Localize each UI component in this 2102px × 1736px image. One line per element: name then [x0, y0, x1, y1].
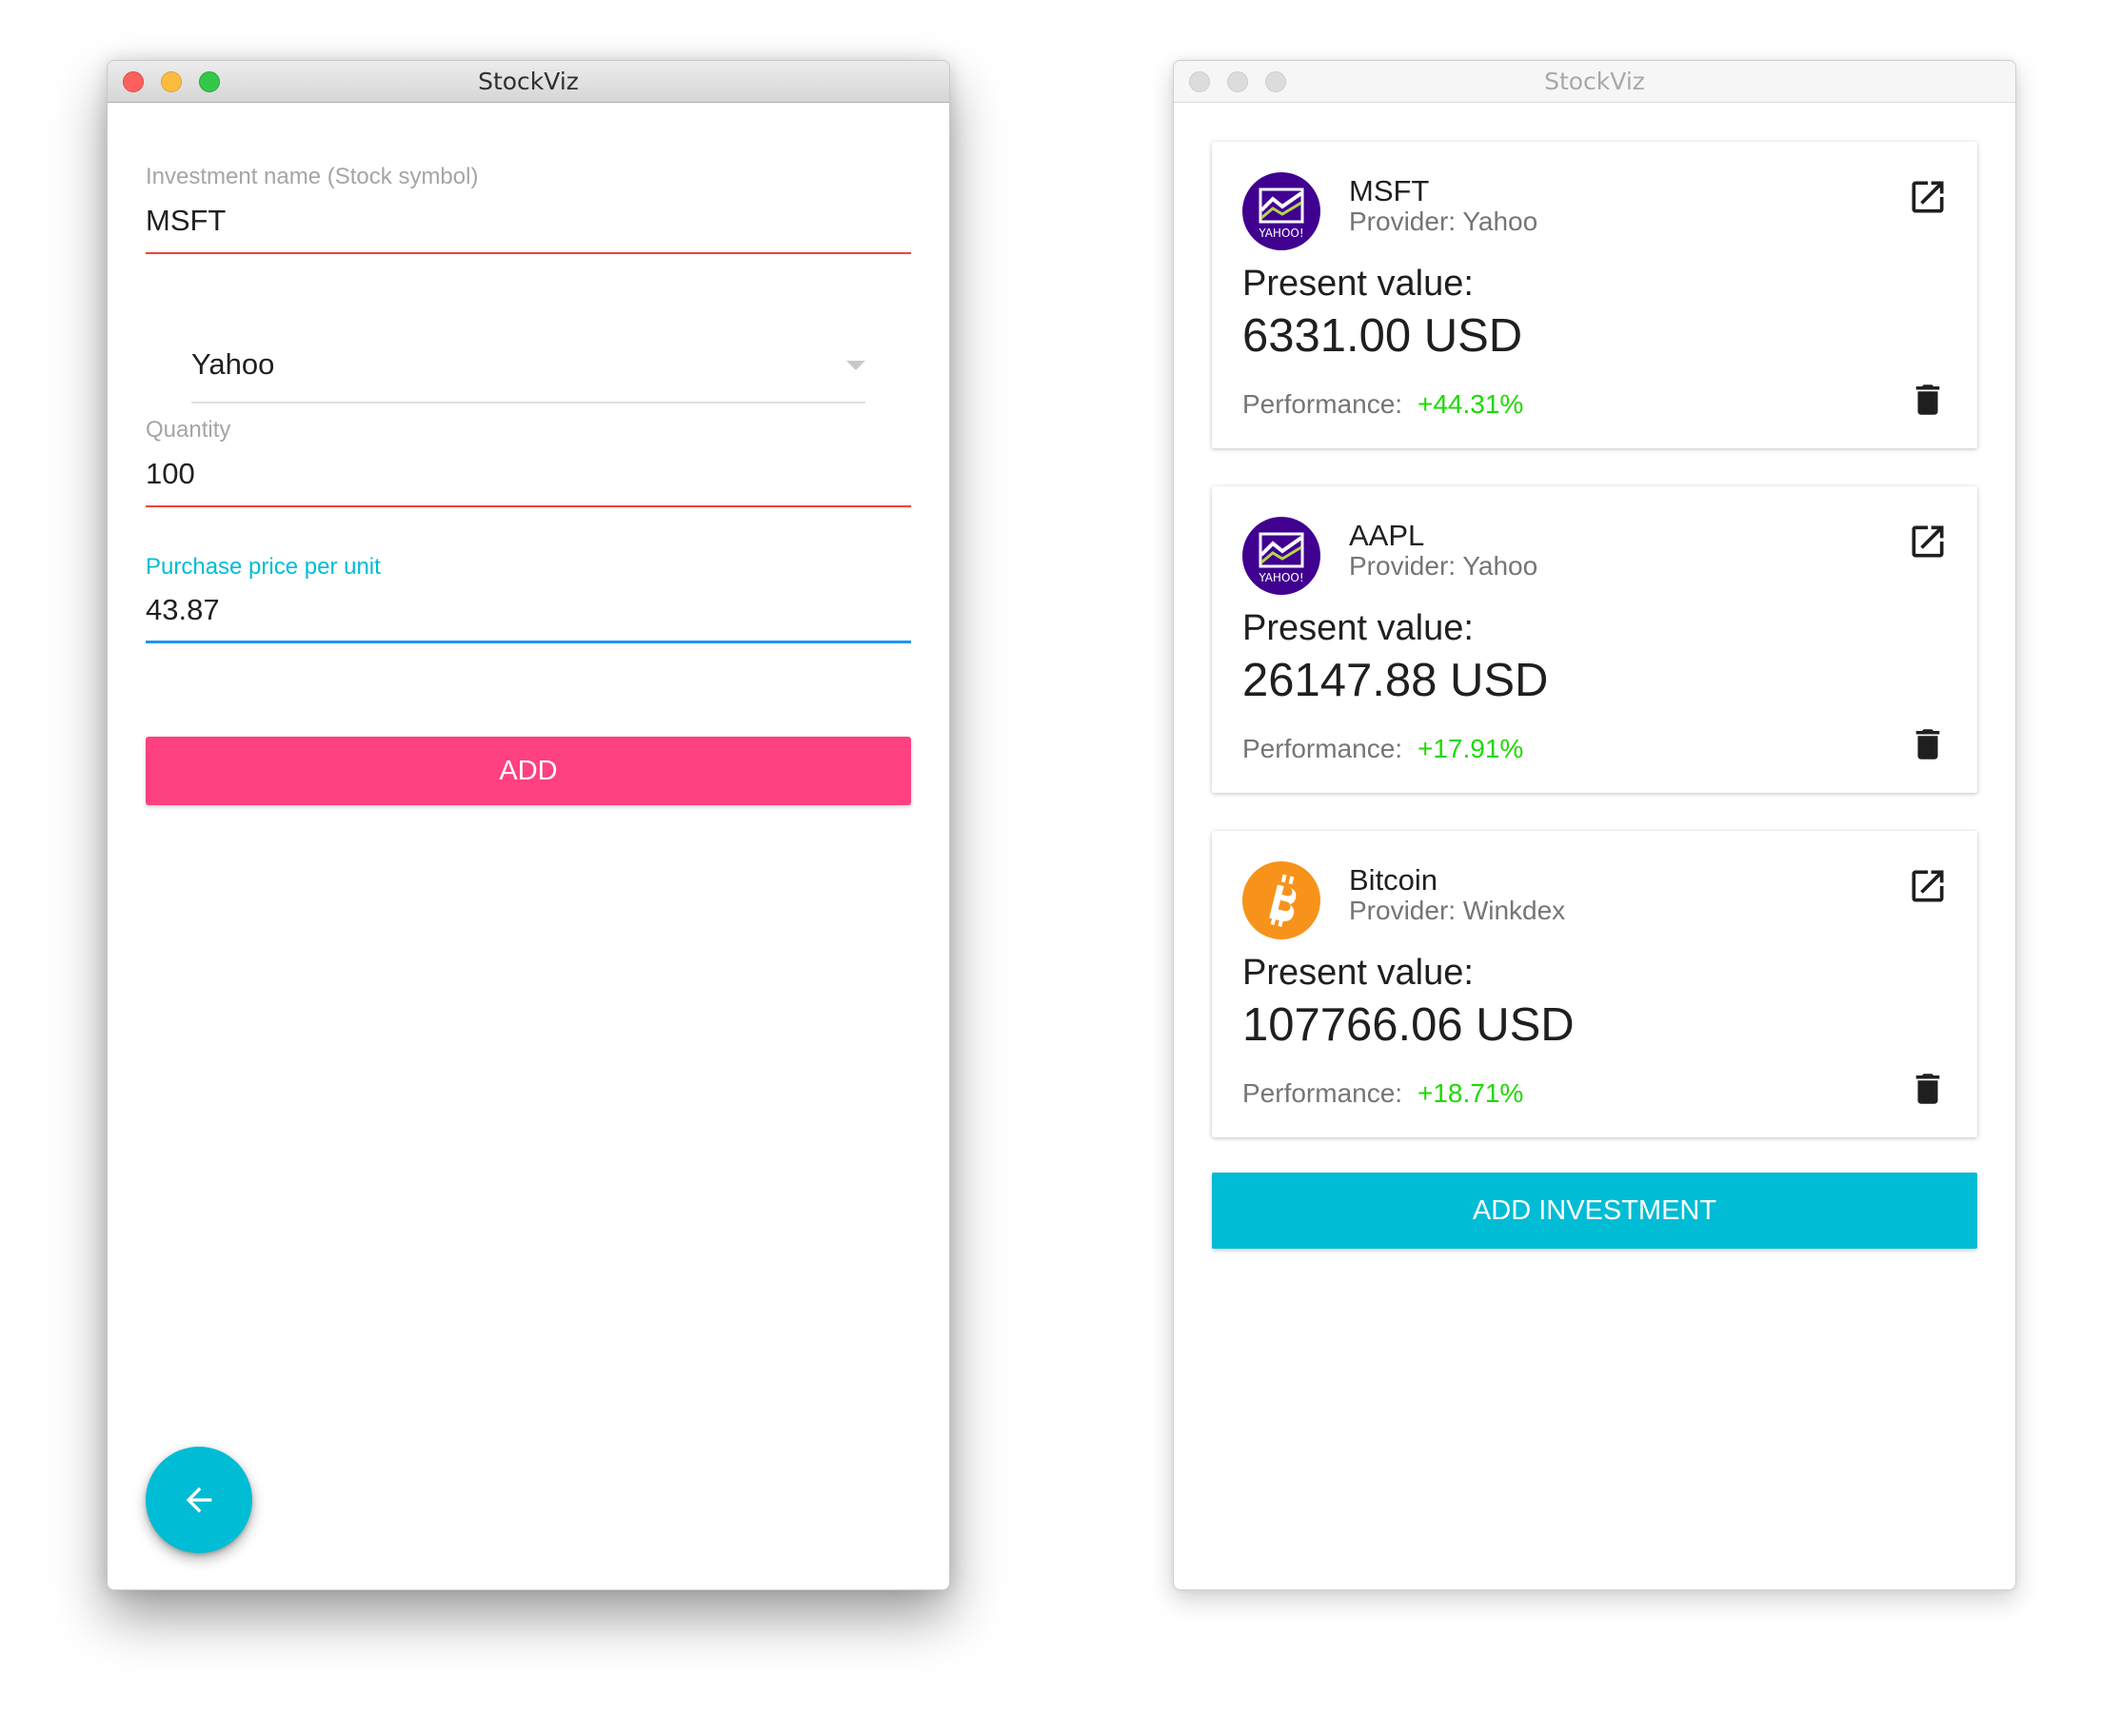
present-value-amount: 26147.88 USD	[1242, 655, 1549, 706]
window-title: StockViz	[478, 68, 579, 95]
present-value-label: Present value:	[1242, 264, 1474, 304]
investment-name-input[interactable]	[146, 202, 911, 240]
bitcoin-logo-icon	[1242, 861, 1320, 939]
investment-name: Bitcoin	[1349, 863, 1438, 897]
svg-text:YAHOO!: YAHOO!	[1258, 227, 1303, 240]
investment-name-label: Investment name (Stock symbol)	[146, 164, 479, 189]
add-investment-button[interactable]: ADD INVESTMENT	[1212, 1173, 1977, 1249]
quantity-underline	[146, 505, 911, 507]
purchase-price-underline	[146, 641, 911, 643]
open-external-icon[interactable]	[1907, 521, 1949, 562]
investment-provider: Provider: Winkdex	[1349, 896, 1566, 925]
present-value-label: Present value:	[1242, 953, 1474, 993]
quantity-field: Quantity	[146, 417, 911, 508]
performance-label: Performance:	[1242, 389, 1403, 419]
investment-name-underline	[146, 252, 911, 254]
investment-name: AAPL	[1349, 519, 1425, 552]
performance-value: +44.31%	[1418, 389, 1524, 419]
investment-card-aapl: YAHOO! AAPL Provider: Yahoo Present valu…	[1212, 486, 1977, 793]
dropdown-arrow-icon	[846, 361, 865, 370]
investment-name: MSFT	[1349, 174, 1430, 207]
arrow-left-icon	[186, 1487, 212, 1513]
quantity-input[interactable]	[146, 455, 911, 493]
investment-card-bitcoin: Bitcoin Provider: Winkdex Present value:…	[1212, 831, 1977, 1137]
quantity-label: Quantity	[146, 417, 231, 443]
add-investment-window: StockViz Investment name (Stock symbol) …	[107, 60, 950, 1590]
yahoo-logo-icon: YAHOO!	[1242, 172, 1320, 250]
provider-select[interactable]: Yahoo	[191, 318, 865, 404]
present-value-label: Present value:	[1242, 608, 1474, 648]
provider-select-underline	[191, 402, 865, 404]
open-external-icon[interactable]	[1907, 865, 1949, 907]
title-bar: StockViz	[108, 61, 949, 103]
investments-window: StockViz YAHOO! MSFT Provider: Yahoo Pre…	[1173, 60, 2016, 1590]
window-title: StockViz	[1544, 68, 1645, 95]
investment-name-field: Investment name (Stock symbol)	[146, 164, 911, 255]
add-button[interactable]: ADD	[146, 737, 911, 805]
purchase-price-field: Purchase price per unit	[146, 554, 911, 645]
delete-icon[interactable]	[1908, 724, 1948, 764]
performance-label: Performance:	[1242, 734, 1403, 763]
investment-card-msft: YAHOO! MSFT Provider: Yahoo Present valu…	[1212, 142, 1977, 448]
present-value-amount: 107766.06 USD	[1242, 999, 1575, 1051]
title-bar: StockViz	[1174, 61, 2015, 103]
performance-value: +18.71%	[1418, 1078, 1524, 1108]
back-button[interactable]	[146, 1447, 252, 1553]
present-value-amount: 6331.00 USD	[1242, 310, 1523, 362]
purchase-price-input[interactable]	[146, 591, 911, 629]
performance-label: Performance:	[1242, 1078, 1403, 1108]
provider-select-value: Yahoo	[191, 347, 275, 381]
delete-icon[interactable]	[1908, 380, 1948, 420]
yahoo-logo-icon: YAHOO!	[1242, 517, 1320, 595]
investment-provider: Provider: Yahoo	[1349, 207, 1538, 236]
open-external-icon[interactable]	[1907, 176, 1949, 218]
performance-value: +17.91%	[1418, 734, 1524, 763]
svg-text:YAHOO!: YAHOO!	[1258, 571, 1303, 584]
purchase-price-label: Purchase price per unit	[146, 554, 381, 580]
investment-provider: Provider: Yahoo	[1349, 551, 1538, 581]
delete-icon[interactable]	[1908, 1069, 1948, 1109]
